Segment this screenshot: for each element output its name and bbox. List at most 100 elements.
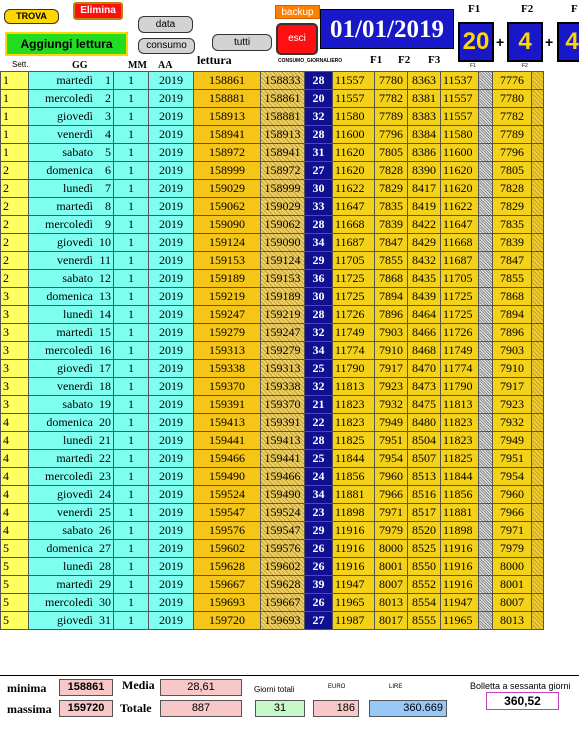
table-row[interactable]: 2 lunedì 7 1 2019 159029 158999 30 11622 7829 8417… (0, 179, 544, 198)
sett-cell[interactable]: 3 (0, 287, 29, 306)
month-cell[interactable]: 1 (113, 107, 149, 126)
table-row[interactable]: 1 sabato 5 1 2019 158972 158941 31 11620 7805 8386… (0, 143, 544, 162)
prev-f2-cell[interactable]: 7971 (492, 521, 532, 540)
sett-cell[interactable]: 5 (0, 593, 29, 612)
day-cell[interactable]: giovedì 31 (28, 611, 114, 630)
consumo-cell[interactable]: 26 (304, 593, 333, 612)
month-cell[interactable]: 1 (113, 161, 149, 180)
table-row[interactable]: 4 domenica 20 1 2019 159413 159391 22 11823 7949 8… (0, 413, 544, 432)
year-cell[interactable]: 2019 (148, 161, 194, 180)
f2-cell[interactable]: 8013 (374, 593, 408, 612)
consumo-cell[interactable]: 32 (304, 377, 333, 396)
day-cell[interactable]: mercoledì 30 (28, 593, 114, 612)
sett-cell[interactable]: 1 (0, 71, 29, 90)
lettura-cell[interactable]: 159313 (193, 341, 261, 360)
trova-button[interactable]: TROVA (4, 9, 59, 24)
day-cell[interactable]: lunedì 21 (28, 431, 114, 450)
prev-f2-cell[interactable]: 7896 (492, 323, 532, 342)
f1-cell[interactable]: 11580 (332, 107, 375, 126)
pattern-cell[interactable] (531, 485, 544, 504)
previous-reading-cell[interactable]: 159667 (260, 593, 305, 612)
year-cell[interactable]: 2019 (148, 485, 194, 504)
table-row[interactable]: 3 sabato 19 1 2019 159391 159370 21 11823 7932 847… (0, 395, 544, 414)
esci-button[interactable]: esci (276, 23, 318, 55)
sett-cell[interactable]: 1 (0, 107, 29, 126)
year-cell[interactable]: 2019 (148, 503, 194, 522)
lettura-cell[interactable]: 159693 (193, 593, 261, 612)
prev-f2-cell[interactable]: 7796 (492, 143, 532, 162)
f2-cell[interactable]: 7847 (374, 233, 408, 252)
previous-reading-cell[interactable]: 158999 (260, 179, 305, 198)
day-cell[interactable]: giovedì 24 (28, 485, 114, 504)
lettura-cell[interactable]: 158881 (193, 89, 261, 108)
lettura-cell[interactable]: 159524 (193, 485, 261, 504)
pattern-cell[interactable] (478, 251, 493, 270)
consumo-cell[interactable]: 30 (304, 287, 333, 306)
month-cell[interactable]: 1 (113, 251, 149, 270)
pattern-cell[interactable] (531, 233, 544, 252)
f2-cell[interactable]: 8017 (374, 611, 408, 630)
day-cell[interactable]: mercoledì 9 (28, 215, 114, 234)
f1-cell[interactable]: 11774 (332, 341, 375, 360)
year-cell[interactable]: 2019 (148, 413, 194, 432)
year-cell[interactable]: 2019 (148, 431, 194, 450)
prev-f2-cell[interactable]: 7979 (492, 539, 532, 558)
sett-cell[interactable]: 4 (0, 503, 29, 522)
f1-cell[interactable]: 11823 (332, 413, 375, 432)
previous-reading-cell[interactable]: 159279 (260, 341, 305, 360)
aggiungi-lettura-button[interactable]: Aggiungi lettura (5, 32, 128, 56)
month-cell[interactable]: 1 (113, 575, 149, 594)
consumo-cell[interactable]: 31 (304, 143, 333, 162)
f1-cell[interactable]: 11965 (332, 593, 375, 612)
pattern-cell[interactable] (531, 593, 544, 612)
f1-cell[interactable]: 11898 (332, 503, 375, 522)
sett-cell[interactable]: 5 (0, 611, 29, 630)
table-row[interactable]: 2 venerdì 11 1 2019 159153 159124 29 11705 7855 84… (0, 251, 544, 270)
table-row[interactable]: 4 martedì 22 1 2019 159466 159441 25 11844 7954 85… (0, 449, 544, 468)
day-cell[interactable]: martedì 29 (28, 575, 114, 594)
pattern-cell[interactable] (478, 287, 493, 306)
sett-cell[interactable]: 4 (0, 521, 29, 540)
pattern-cell[interactable] (531, 71, 544, 90)
consumo-cell[interactable]: 20 (304, 89, 333, 108)
prev-f1-cell[interactable]: 11790 (440, 377, 479, 396)
previous-reading-cell[interactable]: 159490 (260, 485, 305, 504)
prev-f2-cell[interactable]: 7855 (492, 269, 532, 288)
f3-cell[interactable]: 8475 (407, 395, 441, 414)
month-cell[interactable]: 1 (113, 215, 149, 234)
data-button[interactable]: data (138, 16, 193, 33)
year-cell[interactable]: 2019 (148, 71, 194, 90)
lettura-cell[interactable]: 159153 (193, 251, 261, 270)
previous-reading-cell[interactable]: 159628 (260, 575, 305, 594)
prev-f2-cell[interactable]: 7923 (492, 395, 532, 414)
previous-reading-cell[interactable]: 159189 (260, 287, 305, 306)
table-row[interactable]: 4 giovedì 24 1 2019 159524 159490 34 11881 7966 85… (0, 485, 544, 504)
pattern-cell[interactable] (478, 161, 493, 180)
f3-cell[interactable]: 8439 (407, 287, 441, 306)
day-cell[interactable]: mercoledì 2 (28, 89, 114, 108)
f1-cell[interactable]: 11916 (332, 521, 375, 540)
consumo-cell[interactable]: 24 (304, 467, 333, 486)
f2-cell[interactable]: 7951 (374, 431, 408, 450)
f1-cell[interactable]: 11726 (332, 305, 375, 324)
year-cell[interactable]: 2019 (148, 323, 194, 342)
day-cell[interactable]: martedì 8 (28, 197, 114, 216)
previous-reading-cell[interactable]: 158972 (260, 161, 305, 180)
month-cell[interactable]: 1 (113, 413, 149, 432)
consumo-cell[interactable]: 25 (304, 359, 333, 378)
sett-cell[interactable]: 2 (0, 233, 29, 252)
prev-f2-cell[interactable]: 7776 (492, 71, 532, 90)
f2-cell[interactable]: 7780 (374, 71, 408, 90)
pattern-cell[interactable] (478, 413, 493, 432)
prev-f2-cell[interactable]: 7894 (492, 305, 532, 324)
consumo-button[interactable]: consumo (138, 38, 195, 54)
prev-f1-cell[interactable]: 11856 (440, 485, 479, 504)
pattern-cell[interactable] (478, 323, 493, 342)
f2-cell[interactable]: 7910 (374, 341, 408, 360)
day-cell[interactable]: sabato 26 (28, 521, 114, 540)
consumo-cell[interactable]: 23 (304, 503, 333, 522)
month-cell[interactable]: 1 (113, 287, 149, 306)
year-cell[interactable]: 2019 (148, 593, 194, 612)
f3-cell[interactable]: 8381 (407, 89, 441, 108)
pattern-cell[interactable] (478, 557, 493, 576)
